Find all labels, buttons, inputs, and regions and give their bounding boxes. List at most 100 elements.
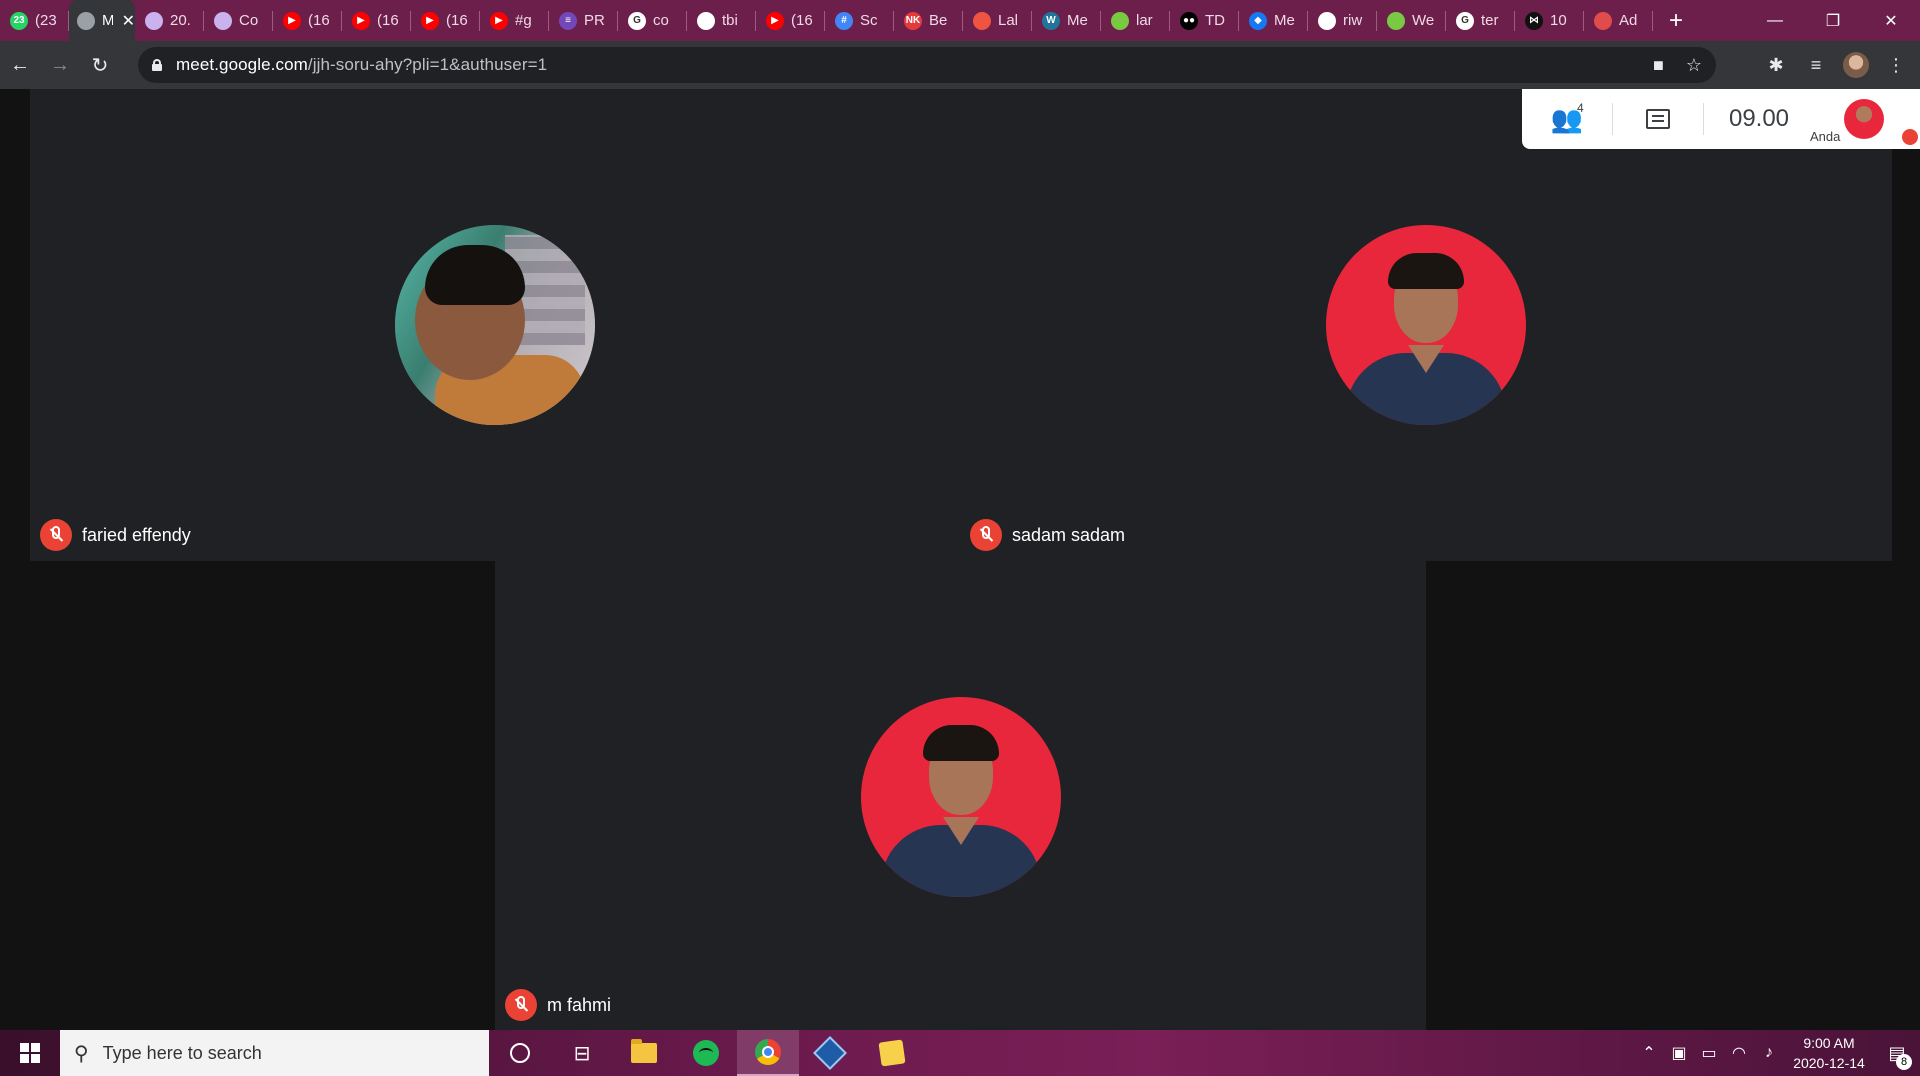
- sticky-notes-icon: [878, 1039, 906, 1067]
- tab-title: Co: [239, 12, 259, 29]
- laravel-icon: [973, 11, 991, 30]
- app-icon: [1111, 11, 1129, 30]
- restore-button[interactable]: ❐: [1804, 0, 1862, 41]
- browser-tab[interactable]: We: [1377, 0, 1446, 41]
- browser-tab[interactable]: # Sc: [825, 0, 894, 41]
- wifi-icon[interactable]: ◠: [1724, 1043, 1754, 1063]
- browser-tab[interactable]: ▶ (16: [411, 0, 480, 41]
- browser-tab[interactable]: ▶ (16: [273, 0, 342, 41]
- browser-tab[interactable]: ▶ (16: [342, 0, 411, 41]
- youtube-icon: ▶: [766, 11, 784, 30]
- file-explorer-button[interactable]: [613, 1030, 675, 1076]
- close-window-button[interactable]: ✕: [1862, 0, 1920, 41]
- sticky-notes-button[interactable]: [861, 1030, 923, 1076]
- browser-tab[interactable]: ⋈ 10: [1515, 0, 1584, 41]
- chat-button[interactable]: [1613, 89, 1703, 149]
- participant-tile[interactable]: sadam sadam: [960, 89, 1892, 561]
- browser-tab[interactable]: Co: [204, 0, 273, 41]
- app-icon: [214, 11, 232, 30]
- github-icon: [697, 11, 715, 30]
- whatsapp-icon: 23: [10, 11, 28, 30]
- browser-tab[interactable]: ≡ PR: [549, 0, 618, 41]
- tab-title: ter: [1481, 12, 1499, 29]
- tab-title: We: [1412, 12, 1434, 29]
- start-button[interactable]: [0, 1030, 60, 1076]
- search-placeholder: Type here to search: [102, 1042, 262, 1063]
- meet-now-icon[interactable]: ▣: [1664, 1043, 1694, 1063]
- browser-tab[interactable]: Gter: [1446, 0, 1515, 41]
- windows-taskbar: ⚲ Type here to search ⊟ ⌃ ▣ ▭ ◠ ♪ 9:00 A…: [0, 1030, 1920, 1076]
- tab-title: Ad: [1619, 12, 1638, 29]
- participant-tile[interactable]: m fahmi: [495, 561, 1426, 1030]
- volume-icon[interactable]: ♪: [1754, 1044, 1784, 1062]
- browser-tab[interactable]: ●● TD: [1170, 0, 1239, 41]
- notification-badge: 8: [1896, 1054, 1912, 1070]
- address-bar[interactable]: meet.google.com/jjh-soru-ahy?pli=1&authu…: [138, 47, 1716, 83]
- tab-title: tbi: [722, 12, 738, 29]
- browser-tab-strip: 23 (23 M ✕ 20. Co ▶ (16 ▶ (16 ▶ (16 ▶ #g ≡ PR Gco tbi ▶ (16…: [0, 0, 1920, 41]
- url-host: meet.google.com: [176, 55, 308, 74]
- clock-time: 9:00 AM: [1803, 1035, 1855, 1051]
- participant-tile[interactable]: faried effendy: [30, 89, 960, 561]
- notification-center-button[interactable]: ▤ 8: [1874, 1030, 1920, 1076]
- participant-name: m fahmi: [547, 994, 612, 1015]
- participant-avatar: [861, 697, 1061, 897]
- new-tab-button[interactable]: +: [1653, 0, 1699, 41]
- browser-tab[interactable]: ◆ Me: [1239, 0, 1308, 41]
- close-tab-icon[interactable]: ✕: [122, 11, 135, 31]
- tab-title: M: [102, 12, 113, 29]
- minimize-button[interactable]: —: [1746, 0, 1804, 41]
- tab-title: PR: [584, 12, 605, 29]
- participants-button[interactable]: 👥 4: [1522, 89, 1612, 149]
- browser-tab[interactable]: lar: [1101, 0, 1170, 41]
- participant-avatar: [1326, 225, 1526, 425]
- menu-icon[interactable]: ⋮: [1880, 49, 1912, 81]
- mic-off-icon: [970, 519, 1002, 551]
- browser-tab[interactable]: Lal: [963, 0, 1032, 41]
- participant-name: faried effendy: [82, 524, 191, 545]
- browser-tab[interactable]: riw: [1308, 0, 1377, 41]
- browser-tab[interactable]: W Me: [1032, 0, 1101, 41]
- participant-avatar: [395, 225, 595, 425]
- browser-tab[interactable]: ▶ (16: [756, 0, 825, 41]
- tab-title: (23: [35, 12, 57, 29]
- browser-tab[interactable]: Ad: [1584, 0, 1653, 41]
- windows-icon: [20, 1043, 40, 1063]
- browser-tab[interactable]: ▶ #g: [480, 0, 549, 41]
- tab-title: TD: [1205, 12, 1225, 29]
- meeting-clock: 09.00: [1728, 105, 1790, 132]
- task-view-button[interactable]: ⊟: [551, 1030, 613, 1076]
- taskbar-clock[interactable]: 9:00 AM 2020-12-14: [1784, 1033, 1874, 1073]
- chevron-up-icon[interactable]: ⌃: [1634, 1043, 1664, 1063]
- bookmark-star-icon[interactable]: ☆: [1686, 55, 1702, 76]
- browser-tab[interactable]: Gco: [618, 0, 687, 41]
- self-view[interactable]: Anda: [1810, 89, 1920, 149]
- taskbar-search[interactable]: ⚲ Type here to search: [60, 1030, 489, 1076]
- browser-tab[interactable]: tbi: [687, 0, 756, 41]
- app-icon: [1594, 11, 1612, 30]
- tab-title: #g: [515, 12, 532, 29]
- reload-button[interactable]: ↻: [80, 45, 120, 85]
- browser-tab[interactable]: 20.: [135, 0, 204, 41]
- forward-button[interactable]: →: [40, 45, 80, 85]
- browser-tab[interactable]: M ✕: [69, 0, 135, 41]
- battery-icon[interactable]: ▭: [1694, 1043, 1724, 1063]
- clock-date: 2020-12-14: [1793, 1055, 1865, 1071]
- tab-title: Me: [1067, 12, 1088, 29]
- tab-title: (16: [446, 12, 468, 29]
- spotify-button[interactable]: [675, 1030, 737, 1076]
- cortana-button[interactable]: [489, 1030, 551, 1076]
- recording-icon: [77, 11, 95, 30]
- extensions-icon[interactable]: ✱: [1760, 49, 1792, 81]
- tab-title: Sc: [860, 12, 878, 29]
- search-icon: ⚲: [74, 1042, 89, 1065]
- browser-tab[interactable]: NK Be: [894, 0, 963, 41]
- back-button[interactable]: ←: [0, 45, 40, 85]
- camera-icon[interactable]: ■: [1653, 55, 1664, 76]
- browser-tab[interactable]: 23 (23: [0, 0, 69, 41]
- media-control-icon[interactable]: ≡: [1800, 49, 1832, 81]
- lock-icon[interactable]: [152, 59, 162, 71]
- virtualbox-button[interactable]: [799, 1030, 861, 1076]
- profile-avatar[interactable]: [1840, 49, 1872, 81]
- chrome-button[interactable]: [737, 1030, 799, 1076]
